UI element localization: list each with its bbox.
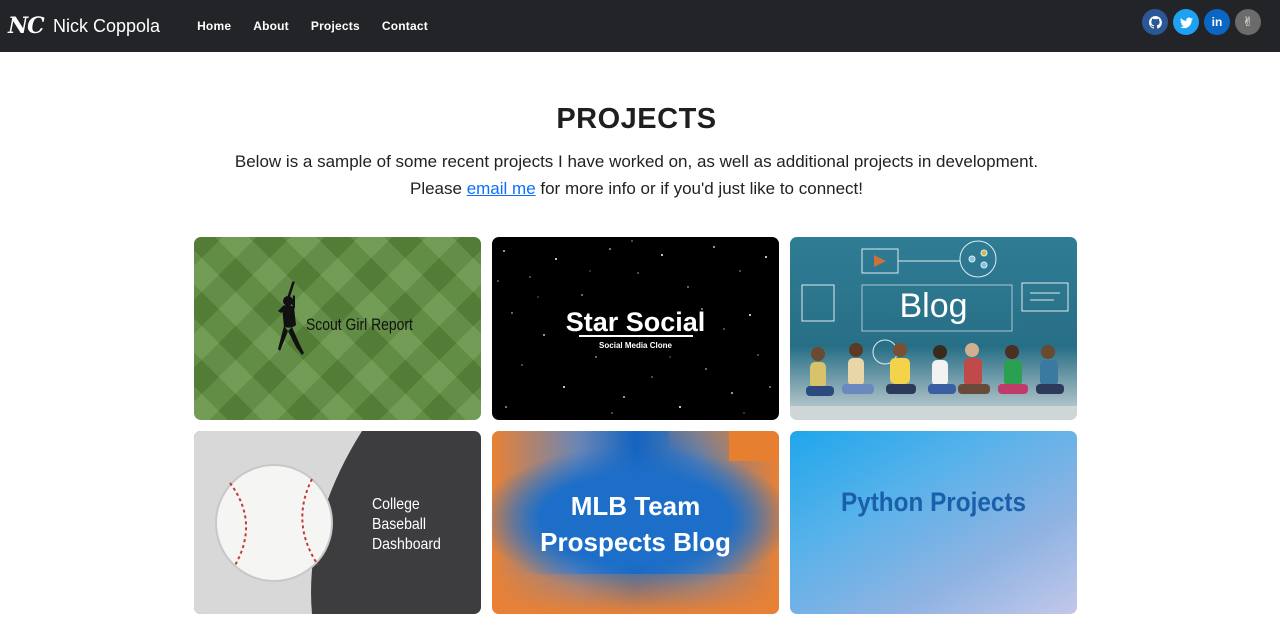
- intro-text: Below is a sample of some recent project…: [0, 148, 1273, 202]
- card-title-line: Baseball: [372, 516, 427, 533]
- card-title: Blog: [899, 287, 968, 325]
- decor: [729, 431, 779, 461]
- project-card-blog[interactable]: Blog: [790, 237, 1077, 420]
- twitter-icon[interactable]: [1173, 9, 1199, 35]
- card-title: MLB Team Prospects Blog: [492, 488, 779, 560]
- card-title-line: Dashboard: [372, 536, 441, 553]
- card-title: College Baseball Dashboard: [372, 495, 450, 555]
- brand[interactable]: NC Nick Coppola: [8, 13, 160, 39]
- nav-links: Home About Projects Contact: [197, 19, 450, 33]
- intro-pre: Please: [409, 179, 467, 198]
- card-subtitle: Social Media Clone: [599, 341, 672, 350]
- project-card-star-social[interactable]: Star Social Social Media Clone: [492, 237, 779, 420]
- card-title-line: Prospects Blog: [540, 527, 731, 557]
- nav-link-home[interactable]: Home: [197, 19, 231, 33]
- brand-logo[interactable]: NC: [8, 13, 48, 39]
- navbar: NC Nick Coppola Home About Projects Cont…: [0, 0, 1280, 52]
- page-title: PROJECTS: [556, 103, 717, 135]
- decor: [492, 574, 779, 614]
- people-illustration: [790, 343, 1077, 420]
- card-title: Scout Girl Report: [306, 315, 413, 334]
- github-icon[interactable]: [1142, 9, 1168, 35]
- title-underline: [579, 335, 693, 337]
- intro-line-2: Please email me for more info or if you'…: [0, 175, 1273, 202]
- card-title: Star Social: [565, 307, 706, 337]
- intro-line-1: Below is a sample of some recent project…: [234, 152, 1039, 171]
- email-me-link[interactable]: email me: [467, 179, 536, 198]
- brand-name[interactable]: Nick Coppola: [53, 16, 160, 37]
- card-title: Python Projects: [840, 487, 1026, 517]
- kofi-icon[interactable]: ✌: [1235, 9, 1261, 35]
- softball-player-silhouette: [278, 281, 304, 355]
- nav-link-about[interactable]: About: [253, 19, 289, 33]
- card-title-line: MLB Team: [570, 491, 701, 521]
- nav-link-contact[interactable]: Contact: [382, 19, 428, 33]
- project-card-python-projects[interactable]: Python Projects: [790, 431, 1077, 614]
- social-links: in ✌: [1142, 9, 1261, 35]
- project-card-college-baseball-dashboard[interactable]: College Baseball Dashboard: [194, 431, 481, 614]
- project-card-mlb-team-prospects-blog[interactable]: MLB Team Prospects Blog: [492, 431, 779, 614]
- project-card-scout-girl-report[interactable]: Scout Girl Report: [194, 237, 481, 420]
- nav-link-projects[interactable]: Projects: [311, 19, 360, 33]
- linkedin-icon[interactable]: in: [1204, 9, 1230, 35]
- intro-post: for more info or if you'd just like to c…: [535, 179, 863, 198]
- card-title-line: College: [372, 496, 420, 513]
